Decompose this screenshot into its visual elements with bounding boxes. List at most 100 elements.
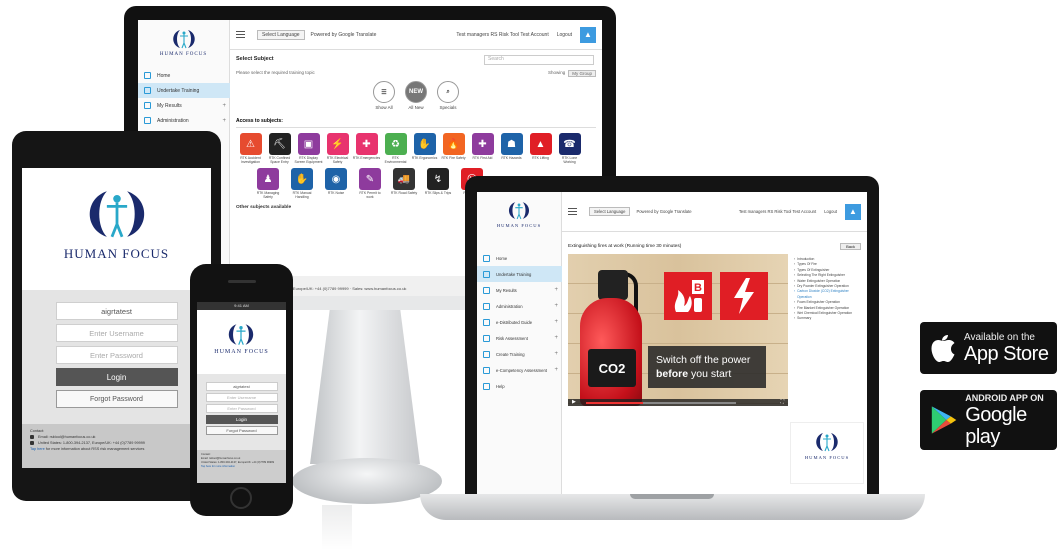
nav-label: My Results bbox=[157, 102, 182, 109]
subject-tile[interactable]: ✋ RTK Manual Handling bbox=[288, 168, 316, 199]
laptop-nav-item[interactable]: e-Distributed Guide + bbox=[477, 314, 562, 330]
subject-tile[interactable]: ♻ RTK Environmental bbox=[381, 133, 410, 164]
subject-icon: ⛏ bbox=[268, 133, 291, 155]
laptop-nav-item[interactable]: Create Training + bbox=[477, 346, 562, 362]
subject-filters: ☰ Show All NEW All New ⌕ Specials bbox=[236, 81, 596, 110]
laptop-nav-item[interactable]: Administration + bbox=[477, 298, 562, 314]
email-icon bbox=[30, 435, 34, 439]
nav-label: Undertake Training bbox=[157, 87, 200, 94]
back-button[interactable]: Back bbox=[840, 242, 861, 250]
filter-all-new[interactable]: NEW All New bbox=[405, 81, 427, 110]
username-input[interactable]: Enter Username bbox=[205, 393, 278, 402]
human-focus-logo-icon bbox=[816, 433, 838, 452]
nav-label: e-Distributed Guide bbox=[496, 319, 533, 325]
subject-caption: RTK Fire Safety bbox=[441, 156, 466, 160]
phone-screen: 9:41 AM HUMAN FOCUS aigrtatest Enter Use… bbox=[197, 302, 286, 483]
laptop-nav-item[interactable]: Home bbox=[477, 250, 562, 266]
tablet-logo: HUMAN FOCUS bbox=[64, 186, 169, 290]
filter-label: All New bbox=[408, 105, 424, 110]
subject-caption: RTK Emergencies bbox=[352, 156, 381, 160]
brand-name: HUMAN FOCUS bbox=[159, 52, 208, 57]
nav-icon bbox=[483, 254, 490, 262]
subject-tile[interactable]: ⛏ RTK Confined Space Entry bbox=[265, 133, 294, 164]
subject-tile[interactable]: ◉ RTK Noise bbox=[322, 168, 350, 199]
laptop-nav-item[interactable]: Help bbox=[477, 378, 562, 394]
subject-tile[interactable]: ⚡ RTK Electrical Safety bbox=[323, 133, 352, 164]
extinguisher-valve bbox=[598, 270, 628, 300]
fire-extinguisher-sign-icon: B bbox=[664, 272, 712, 320]
phone-hero: HUMAN FOCUS bbox=[197, 310, 286, 374]
laptop-nav-item[interactable]: e-Competency Assessment + bbox=[477, 362, 562, 378]
language-select[interactable]: Select Language bbox=[257, 29, 305, 40]
caption-emphasis: before bbox=[656, 368, 689, 380]
course-title-bar: Extinguishing fires at work (Running tim… bbox=[562, 240, 867, 252]
laptop-nav-item[interactable]: My Results + bbox=[477, 282, 562, 298]
subject-tile[interactable]: ✋ RTK Ergonomics bbox=[410, 133, 439, 164]
chapter-item[interactable]: › Carbon Dioxide (CO2) Extinguisher Opera… bbox=[794, 289, 860, 300]
login-button[interactable]: Login bbox=[55, 368, 178, 386]
subject-tile[interactable]: ⚠ RTK Accident Investigation bbox=[236, 133, 265, 164]
subject-tile[interactable]: 🚚 RTK Road Safety bbox=[390, 168, 418, 199]
human-focus-logo-icon bbox=[508, 202, 530, 220]
subject-caption: RTK Confined Space Entry bbox=[268, 156, 291, 164]
language-select[interactable]: Select Language bbox=[589, 207, 631, 216]
password-input[interactable]: Enter Password bbox=[205, 404, 278, 413]
tablet-hero: HUMAN FOCUS bbox=[22, 168, 211, 290]
filter-specials[interactable]: ⌕ Specials bbox=[437, 81, 459, 110]
subject-tile[interactable]: ▲ RTK Lifting bbox=[526, 133, 555, 164]
chevron-right-icon: › bbox=[794, 289, 796, 294]
hamburger-menu-icon[interactable] bbox=[236, 31, 245, 38]
subject-tile[interactable]: 🔥 RTK Fire Safety bbox=[439, 133, 468, 164]
course-video-player[interactable]: B CO2 Switch off the power before you st… bbox=[568, 254, 788, 406]
subject-caption: RTK Noise bbox=[327, 191, 345, 195]
play-icon[interactable]: ▶ bbox=[572, 399, 576, 405]
nav-item-home[interactable]: Home bbox=[138, 68, 230, 83]
tap-here-link[interactable]: Tap here bbox=[30, 447, 45, 451]
password-input[interactable]: Enter Password bbox=[55, 346, 178, 364]
hamburger-menu-icon[interactable] bbox=[568, 208, 577, 215]
subject-search-input[interactable]: Search bbox=[484, 55, 594, 65]
chapter-item[interactable]: › Summary bbox=[794, 316, 860, 321]
subject-tile[interactable]: ☗ RTK Hazards bbox=[497, 133, 526, 164]
account-name[interactable]: Test managers RS Risk Tool Test Account bbox=[739, 209, 816, 214]
subject-icon: 🔥 bbox=[442, 133, 465, 155]
stand-reflection bbox=[322, 505, 352, 550]
forgot-password-button[interactable]: Forgot Password bbox=[205, 426, 278, 435]
subject-tile[interactable]: ▣ RTK Display Screen Equipment bbox=[294, 133, 323, 164]
logout-link[interactable]: Logout bbox=[557, 32, 572, 38]
subject-tile[interactable]: ✚ RTK First Aid bbox=[468, 133, 497, 164]
google-play-badge[interactable]: ANDROID APP ON Google play bbox=[920, 390, 1057, 450]
fullscreen-icon[interactable]: ⛶ bbox=[780, 399, 784, 405]
subject-tile[interactable]: ✎ RTK Permit to work bbox=[356, 168, 384, 199]
subject-tile[interactable]: ♟ RTK Managing Safety bbox=[254, 168, 282, 199]
laptop-logo[interactable]: HUMAN FOCUS bbox=[477, 200, 561, 228]
subject-hint-row: Please select the required training topi… bbox=[236, 70, 596, 77]
username-input[interactable]: Enter Username bbox=[55, 324, 178, 342]
account-name[interactable]: Test managers RS Risk Tool Test Account bbox=[456, 32, 548, 38]
subject-tile[interactable]: ☎ RTK Lone Working bbox=[555, 133, 584, 164]
brand-name: HUMAN FOCUS bbox=[214, 349, 269, 355]
subject-tile[interactable]: ✚ RTK Emergencies bbox=[352, 133, 381, 164]
subject-caption: RTK Display Screen Equipment bbox=[294, 156, 323, 164]
forgot-password-button[interactable]: Forgot Password bbox=[55, 390, 178, 408]
nav-item-undertake-training[interactable]: Undertake Training bbox=[138, 83, 230, 98]
phone-login-form: aigrtatest Enter Username Enter Password… bbox=[197, 374, 286, 450]
username-display[interactable]: aigrtatest bbox=[55, 302, 178, 320]
more-info-link[interactable]: Tap here for more information bbox=[201, 465, 282, 469]
username-display[interactable]: aigrtatest bbox=[205, 382, 278, 391]
filter-show-all[interactable]: ☰ Show All bbox=[373, 81, 395, 110]
laptop-nav-item[interactable]: Risk Assessment + bbox=[477, 330, 562, 346]
nav-item-administration[interactable]: Administration + bbox=[138, 113, 230, 128]
phone-device: 9:41 AM HUMAN FOCUS aigrtatest Enter Use… bbox=[190, 264, 293, 516]
nav-item-my-results[interactable]: My Results + bbox=[138, 98, 230, 113]
display-select[interactable]: My Group bbox=[568, 70, 596, 77]
login-button[interactable]: Login bbox=[205, 415, 278, 424]
expand-icon: + bbox=[554, 367, 558, 373]
phone-home-button[interactable] bbox=[230, 487, 252, 509]
logout-link[interactable]: Logout bbox=[824, 209, 837, 214]
subject-tile[interactable]: ↯ RTK Slips & Trips bbox=[424, 168, 452, 199]
list-icon: ☰ bbox=[373, 81, 395, 103]
laptop-nav-item[interactable]: Undertake Training bbox=[477, 266, 562, 282]
app-store-badge[interactable]: Available on the App Store bbox=[920, 322, 1057, 374]
desktop-logo[interactable]: HUMAN FOCUS bbox=[138, 28, 229, 57]
